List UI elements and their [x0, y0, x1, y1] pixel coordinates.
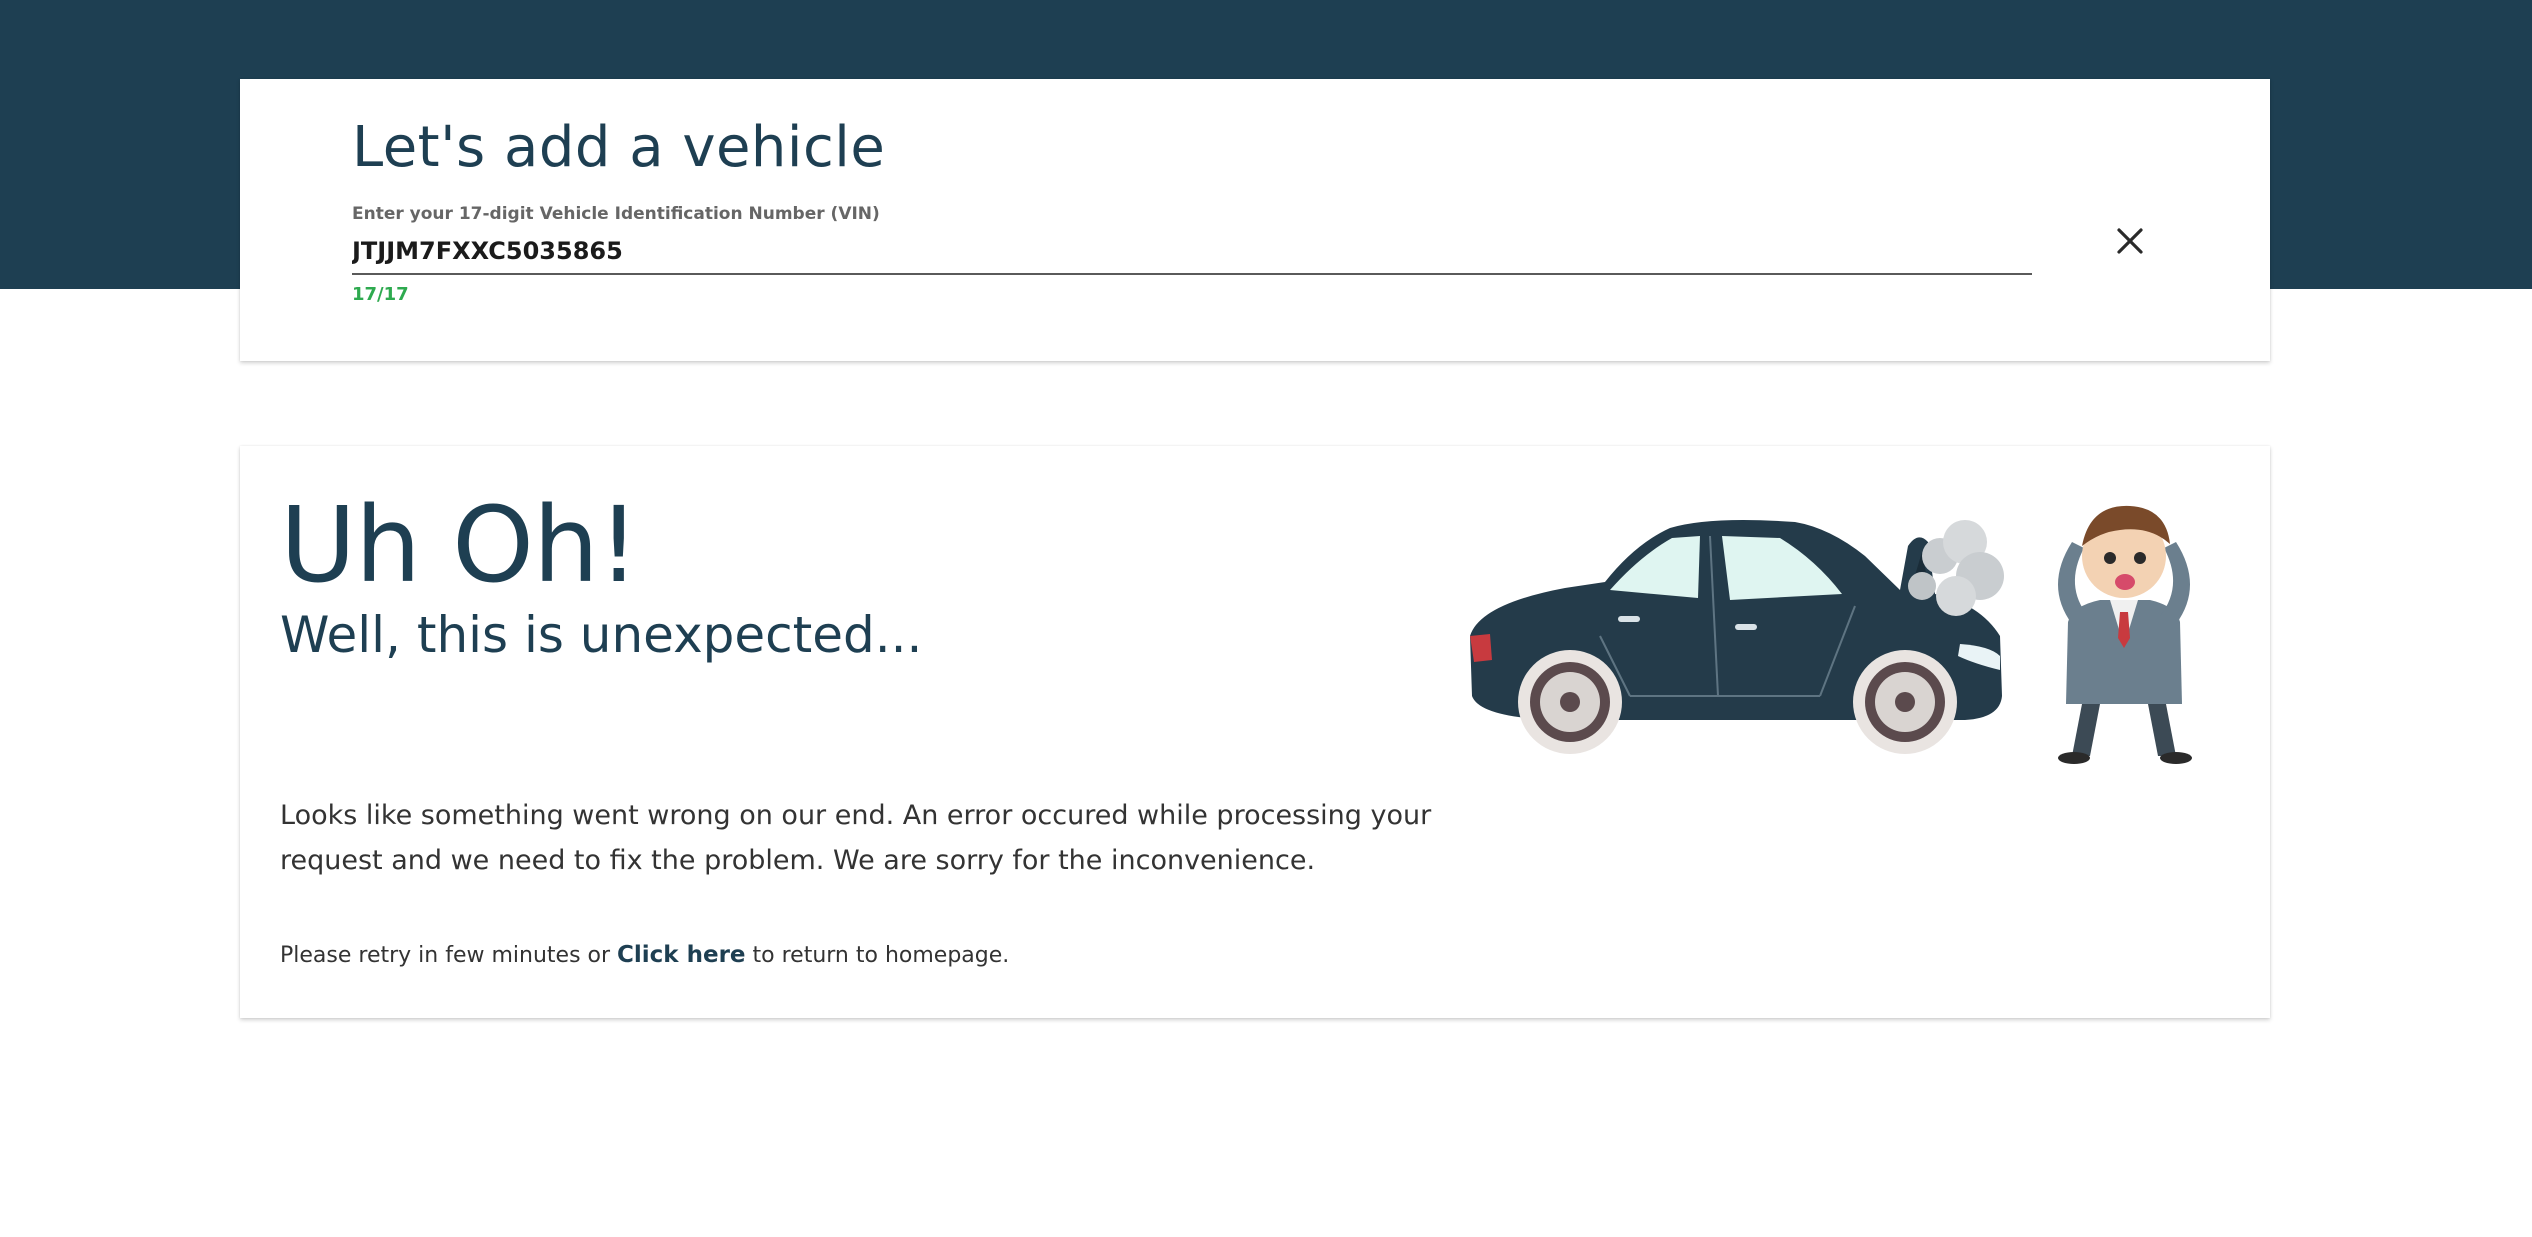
clear-vin-button[interactable] — [2110, 221, 2150, 261]
vin-character-counter: 17/17 — [352, 284, 409, 305]
retry-line: Please retry in few minutes or Click her… — [280, 942, 1009, 968]
error-message: Looks like something went wrong on our e… — [280, 800, 1432, 876]
add-vehicle-card: Let's add a vehicle Enter your 17-digit … — [240, 79, 2270, 361]
error-subheading: Well, this is unexpected... — [280, 606, 923, 664]
close-icon — [2117, 228, 2143, 254]
retry-suffix: to return to homepage. — [745, 943, 1010, 968]
homepage-link[interactable]: Click here — [617, 942, 746, 968]
error-card: Uh Oh! Well, this is unexpected... Looks… — [240, 446, 2270, 1018]
vin-field-label: Enter your 17-digit Vehicle Identificati… — [352, 204, 880, 224]
page: Let's add a vehicle Enter your 17-digit … — [0, 0, 2532, 1237]
vin-input[interactable] — [352, 229, 2032, 275]
retry-prefix: Please retry in few minutes or — [280, 943, 618, 968]
add-vehicle-title: Let's add a vehicle — [352, 115, 886, 180]
error-heading: Uh Oh! — [280, 484, 640, 606]
broken-down-car-illustration — [1470, 505, 2192, 764]
